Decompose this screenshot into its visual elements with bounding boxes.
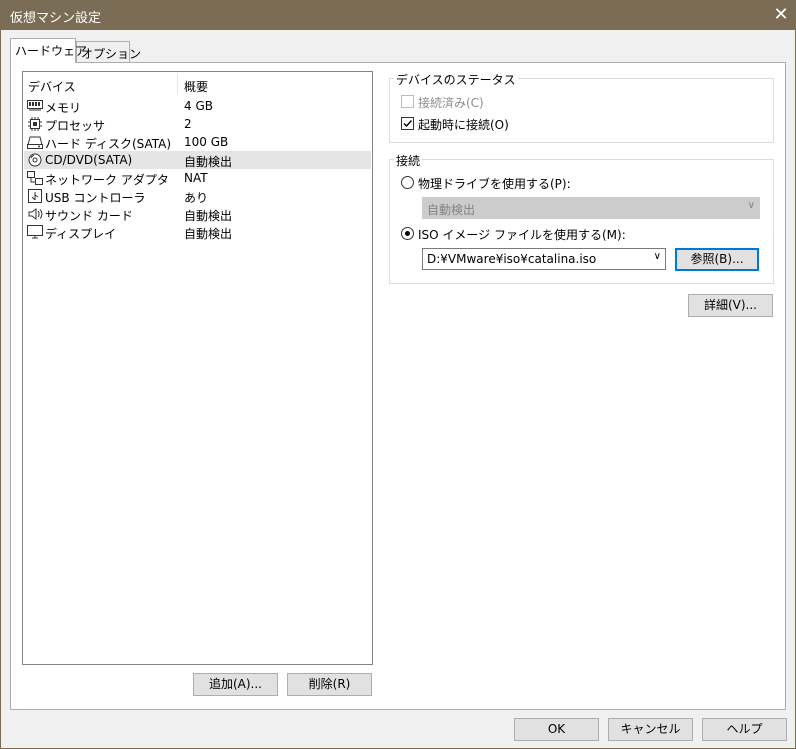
device-name: ディスプレイ (45, 227, 117, 241)
device-name: メモリ (45, 101, 82, 115)
iso-path-combobox[interactable]: D:¥VMware¥iso¥catalina.iso ∨ (422, 248, 666, 270)
device-row-sound-card[interactable]: サウンド カード 自動検出 (24, 205, 371, 223)
iso-image-label: ISO イメージ ファイルを使用する(M): (418, 228, 626, 242)
connected-label: 接続済み(C) (418, 96, 484, 110)
ok-button[interactable]: OK (514, 718, 599, 741)
column-header-summary[interactable]: 概要 (184, 78, 208, 95)
device-row-network-adapter[interactable]: ネットワーク アダプタ NAT (24, 169, 371, 187)
usb-controller-icon (27, 189, 43, 203)
processor-icon (27, 117, 43, 131)
device-row-usb-controller[interactable]: USB コントローラ あり (24, 187, 371, 205)
device-summary: 自動検出 (184, 209, 233, 223)
device-name: USB コントローラ (45, 191, 146, 205)
sound-card-icon (27, 207, 43, 221)
advanced-button[interactable]: 詳細(V)... (688, 294, 773, 317)
device-summary: あり (184, 191, 209, 205)
cancel-button[interactable]: キャンセル (608, 718, 693, 741)
device-row-cd-dvd[interactable]: CD/DVD(SATA) 自動検出 (24, 151, 371, 169)
device-name: CD/DVD(SATA) (45, 153, 133, 167)
device-summary: 自動検出 (184, 155, 233, 169)
device-status-group-label: デバイスのステータス (394, 71, 518, 88)
physical-drive-radio[interactable] (401, 176, 414, 189)
device-row-processor[interactable]: プロセッサ 2 (24, 115, 371, 133)
title-bar (0, 0, 796, 30)
physical-drive-label: 物理ドライブを使用する(P): (418, 177, 571, 191)
device-summary: 2 (184, 117, 192, 131)
column-divider[interactable] (177, 73, 178, 95)
hard-disk-icon (27, 135, 43, 149)
display-icon (27, 225, 43, 239)
device-summary: 100 GB (184, 135, 229, 149)
chevron-down-icon[interactable]: ∨ (654, 251, 661, 262)
browse-button[interactable]: 参照(B)... (675, 248, 759, 271)
connection-group-label: 接続 (394, 152, 423, 169)
device-row-hard-disk[interactable]: ハード ディスク(SATA) 100 GB (24, 133, 371, 151)
physical-drive-dropdown[interactable]: 自動検出 ∨ (422, 197, 760, 219)
window-title: 仮想マシン設定 (10, 11, 102, 26)
physical-drive-value: 自動検出 (427, 203, 476, 217)
connected-checkbox[interactable] (401, 95, 414, 108)
memory-icon (27, 99, 43, 113)
network-adapter-icon (27, 171, 43, 185)
device-name: ネットワーク アダプタ (45, 173, 169, 187)
iso-path-value: D:¥VMware¥iso¥catalina.iso (427, 252, 597, 266)
close-button[interactable]: ✕ (766, 0, 796, 30)
checkmark-icon (403, 120, 413, 128)
help-button[interactable]: ヘルプ (702, 718, 787, 741)
device-name: ハード ディスク(SATA) (45, 137, 172, 151)
device-summary: 4 GB (184, 99, 213, 113)
device-summary: 自動検出 (184, 227, 233, 241)
remove-button[interactable]: 削除(R) (287, 673, 372, 696)
add-button[interactable]: 追加(A)... (193, 673, 278, 696)
device-row-memory[interactable]: メモリ 4 GB (24, 97, 371, 115)
device-name: サウンド カード (45, 209, 133, 223)
cd-dvd-icon (27, 153, 43, 167)
column-header-device[interactable]: デバイス (28, 78, 76, 95)
device-row-display[interactable]: ディスプレイ 自動検出 (24, 223, 371, 241)
iso-image-radio[interactable] (401, 227, 414, 240)
device-name: プロセッサ (45, 119, 106, 133)
chevron-down-icon: ∨ (747, 200, 755, 211)
device-summary: NAT (184, 171, 208, 185)
tab-hardware[interactable]: ハードウェア (10, 38, 87, 63)
radio-selected-dot (405, 231, 410, 236)
connect-at-power-on-label: 起動時に接続(O) (418, 118, 509, 132)
connect-at-power-on-checkbox[interactable] (401, 117, 414, 130)
